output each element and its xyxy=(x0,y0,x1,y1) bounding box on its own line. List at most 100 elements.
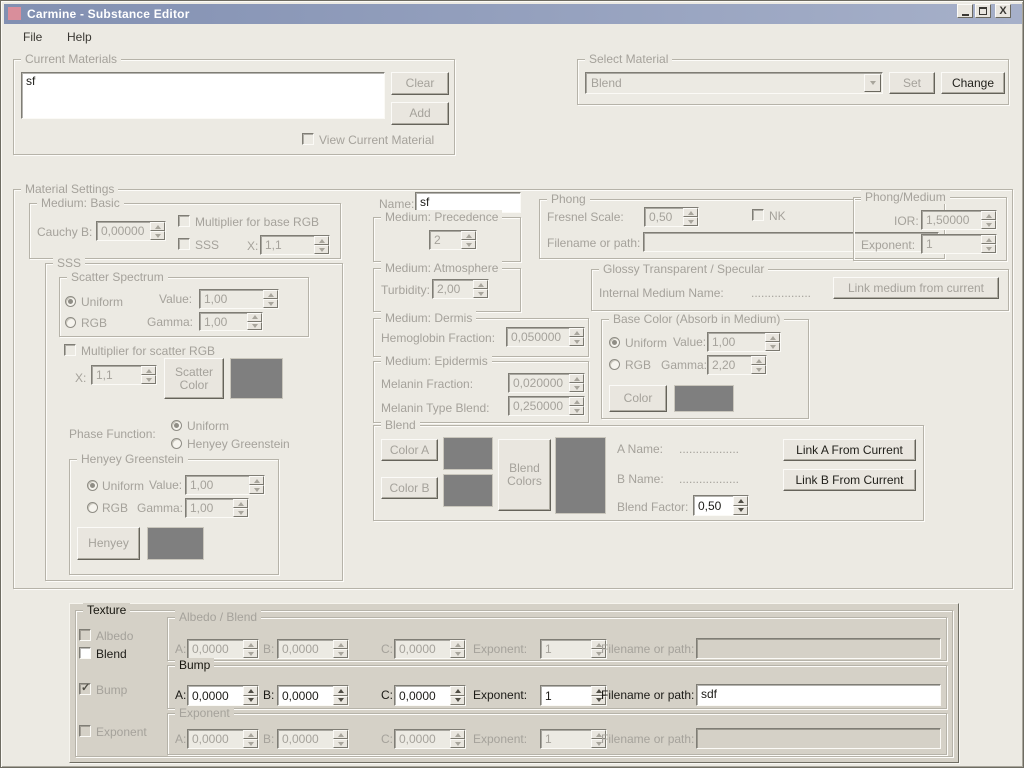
spinner-down-icon[interactable] xyxy=(473,289,488,298)
spinner-down-icon[interactable] xyxy=(333,739,348,748)
pm-exponent-spinner[interactable]: 1 xyxy=(921,234,997,254)
row2-a-spinner[interactable]: 0,0000 xyxy=(187,685,259,706)
spinner-up-icon[interactable] xyxy=(243,686,258,696)
row2-exponent-spinner[interactable]: 1 xyxy=(540,685,607,706)
row3-exponent-spinner[interactable]: 1 xyxy=(540,729,607,749)
spinner-down-icon[interactable] xyxy=(243,696,258,706)
spinner-up-icon[interactable] xyxy=(243,640,258,649)
ior-value[interactable]: 1,50000 xyxy=(926,213,980,227)
row3-c-spinner[interactable]: 0,0000 xyxy=(394,729,466,749)
albedo-checkbox[interactable] xyxy=(79,629,91,641)
spinner-down-icon[interactable] xyxy=(683,217,698,226)
nk-checkbox[interactable] xyxy=(752,209,764,221)
row3-b-value[interactable]: 0,0000 xyxy=(282,732,332,746)
spinner-up-icon[interactable] xyxy=(569,397,584,406)
spinner-arrows[interactable] xyxy=(981,211,996,229)
spinner-arrows[interactable] xyxy=(263,290,278,308)
spinner-arrows[interactable] xyxy=(473,280,488,298)
spinner-down-icon[interactable] xyxy=(141,375,156,384)
base-rgb-radio[interactable] xyxy=(609,359,620,370)
spinner-up-icon[interactable] xyxy=(249,476,264,485)
phase-uniform-radio[interactable] xyxy=(171,420,182,431)
precedence-spinner[interactable]: 2 xyxy=(429,230,477,250)
view-current-material-checkbox[interactable] xyxy=(302,133,314,145)
spinner-down-icon[interactable] xyxy=(243,649,258,658)
link-medium-button[interactable]: Link medium from current xyxy=(833,277,999,299)
cauchy-b-spinner[interactable]: 0,00000 xyxy=(96,221,166,241)
title-bar[interactable]: Carmine - Substance Editor xyxy=(4,4,1022,24)
spinner-arrows[interactable] xyxy=(450,686,465,705)
link-b-button[interactable]: Link B From Current xyxy=(783,469,916,491)
base-color-button[interactable]: Color xyxy=(609,385,667,412)
melanin-type-blend-spinner[interactable]: 0,250000 xyxy=(508,396,585,416)
spinner-down-icon[interactable] xyxy=(733,506,748,516)
multiplier-base-rgb-checkbox[interactable] xyxy=(178,215,190,227)
melanin-fraction-value[interactable]: 0,020000 xyxy=(513,376,568,390)
row2-a-value[interactable]: 0,0000 xyxy=(192,689,242,703)
phase-hg-radio[interactable] xyxy=(171,438,182,449)
row3-b-spinner[interactable]: 0,0000 xyxy=(277,729,349,749)
spinner-down-icon[interactable] xyxy=(249,485,264,494)
spinner-up-icon[interactable] xyxy=(450,640,465,649)
multiplier-scatter-rgb-checkbox[interactable] xyxy=(64,344,76,356)
scatter-gamma-spinner[interactable]: 1,00 xyxy=(199,312,263,331)
spinner-down-icon[interactable] xyxy=(765,342,780,351)
spinner-arrows[interactable] xyxy=(249,476,264,494)
spinner-up-icon[interactable] xyxy=(981,235,996,244)
spinner-up-icon[interactable] xyxy=(473,280,488,289)
spinner-arrows[interactable] xyxy=(233,499,248,517)
spinner-arrows[interactable] xyxy=(141,366,156,384)
row1-c-spinner[interactable]: 0,0000 xyxy=(394,639,466,659)
spinner-down-icon[interactable] xyxy=(981,220,996,229)
spinner-arrows[interactable] xyxy=(461,231,476,249)
base-gamma[interactable]: 2,20 xyxy=(712,358,750,372)
row3-filename-field[interactable] xyxy=(696,728,941,749)
spinner-up-icon[interactable] xyxy=(450,730,465,739)
add-button[interactable]: Add xyxy=(391,102,449,125)
basic-x-spinner[interactable]: 1,1 xyxy=(260,235,330,255)
spinner-down-icon[interactable] xyxy=(243,739,258,748)
row2-exponent-value[interactable]: 1 xyxy=(545,689,590,703)
spinner-up-icon[interactable] xyxy=(765,333,780,342)
hg-value[interactable]: 1,00 xyxy=(190,478,248,492)
ior-spinner[interactable]: 1,50000 xyxy=(921,210,997,230)
blend-factor-spinner[interactable]: 0,50 xyxy=(693,495,749,516)
scatter-gamma[interactable]: 1,00 xyxy=(204,315,246,329)
row1-filename-field[interactable] xyxy=(696,638,941,659)
melanin-fraction-spinner[interactable]: 0,020000 xyxy=(508,373,585,393)
exponent-checkbox[interactable] xyxy=(79,725,91,737)
sss-checkbox[interactable] xyxy=(178,238,190,250)
spinner-down-icon[interactable] xyxy=(247,322,262,331)
spinner-arrows[interactable] xyxy=(751,356,766,374)
blend-factor-value[interactable]: 0,50 xyxy=(698,499,732,513)
spinner-up-icon[interactable] xyxy=(247,313,262,322)
combobox-dropdown-button[interactable] xyxy=(864,74,881,92)
sss-x-value[interactable]: 1,1 xyxy=(96,368,140,382)
spinner-arrows[interactable] xyxy=(569,397,584,415)
color-b-button[interactable]: Color B xyxy=(381,477,438,499)
spinner-arrows[interactable] xyxy=(333,640,348,658)
spinner-up-icon[interactable] xyxy=(461,231,476,240)
close-button[interactable]: X xyxy=(995,4,1011,18)
spinner-up-icon[interactable] xyxy=(263,290,278,299)
scatter-uniform-radio[interactable] xyxy=(65,296,76,307)
spinner-arrows[interactable] xyxy=(765,333,780,351)
scatter-value[interactable]: 1,00 xyxy=(204,292,262,306)
row3-c-value[interactable]: 0,0000 xyxy=(399,732,449,746)
hg-gamma-spinner[interactable]: 1,00 xyxy=(185,498,249,518)
blend-checkbox[interactable] xyxy=(79,647,91,659)
spinner-arrows[interactable] xyxy=(247,313,262,330)
row1-a-spinner[interactable]: 0,0000 xyxy=(187,639,259,659)
spinner-up-icon[interactable] xyxy=(333,686,348,696)
hg-value-spinner[interactable]: 1,00 xyxy=(185,475,265,495)
bump-checkbox[interactable] xyxy=(79,683,91,695)
menu-help[interactable]: Help xyxy=(67,30,92,44)
maximize-button[interactable] xyxy=(975,4,991,18)
spinner-up-icon[interactable] xyxy=(450,686,465,696)
spinner-arrows[interactable] xyxy=(243,730,258,748)
hg-gamma[interactable]: 1,00 xyxy=(190,501,232,515)
row1-b-value[interactable]: 0,0000 xyxy=(282,642,332,656)
cauchy-b-value[interactable]: 0,00000 xyxy=(101,224,149,238)
spinner-arrows[interactable] xyxy=(243,686,258,705)
scatter-value-spinner[interactable]: 1,00 xyxy=(199,289,279,309)
